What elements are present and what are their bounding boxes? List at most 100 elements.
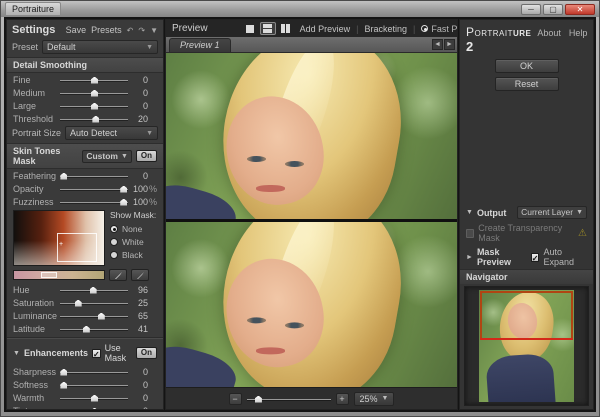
- tab-scroll-right-icon[interactable]: ►: [444, 39, 455, 50]
- sharpness-slider[interactable]: [60, 368, 128, 376]
- minimize-button[interactable]: ─: [521, 4, 541, 15]
- mask-mode-dropdown[interactable]: Custom ▼: [82, 150, 132, 163]
- threshold-slider[interactable]: [60, 115, 128, 123]
- eyedropper-add-icon[interactable]: [109, 269, 127, 281]
- detail-smoothing-header[interactable]: Detail Smoothing: [7, 57, 163, 73]
- output-title[interactable]: Output: [477, 208, 507, 218]
- slider-thumb[interactable]: [91, 408, 98, 411]
- collapse-triangle-icon[interactable]: ▼: [13, 350, 20, 357]
- saturation-slider[interactable]: [60, 299, 128, 307]
- preview-tab[interactable]: Preview 1: [169, 38, 231, 52]
- zoom-slider-thumb[interactable]: [255, 396, 262, 403]
- maximize-button[interactable]: ▢: [543, 4, 563, 15]
- slider-thumb[interactable]: [91, 395, 98, 402]
- slider-thumb[interactable]: [75, 300, 82, 307]
- zoom-in-button[interactable]: +: [336, 393, 349, 405]
- slider-thumb[interactable]: [60, 173, 67, 180]
- warmth-value: 0: [128, 393, 148, 403]
- navigator-thumbnail[interactable]: [479, 290, 574, 402]
- opacity-value: 100: [128, 184, 148, 194]
- opacity-label: Opacity: [13, 184, 60, 194]
- show-mask-option-white[interactable]: White: [110, 235, 157, 248]
- slider-thumb[interactable]: [91, 77, 98, 84]
- slider-thumb[interactable]: [120, 186, 127, 193]
- zoom-out-button[interactable]: −: [229, 393, 242, 405]
- reset-button[interactable]: Reset: [495, 77, 559, 91]
- mask-preview-title[interactable]: Mask Preview: [477, 247, 527, 267]
- redo-icon[interactable]: ↷: [138, 26, 145, 35]
- slider-thumb[interactable]: [91, 103, 98, 110]
- slider-thumb[interactable]: [60, 369, 67, 376]
- transparency-mask-checkbox[interactable]: [466, 229, 474, 238]
- skin-tone-gradient-picker[interactable]: +: [13, 210, 105, 266]
- softness-slider[interactable]: [60, 381, 128, 389]
- luminance-slider[interactable]: [60, 312, 128, 320]
- view-single-icon[interactable]: [242, 22, 258, 35]
- preset-dropdown[interactable]: Default ▼: [42, 40, 158, 54]
- chevron-down-icon: ▼: [576, 207, 583, 218]
- save-button[interactable]: Save: [66, 25, 87, 35]
- latitude-slider[interactable]: [60, 325, 128, 333]
- brand-logo: Portraiture 2: [466, 25, 531, 54]
- close-button[interactable]: ✕: [565, 4, 595, 15]
- output-target-dropdown[interactable]: Current Layer ▼: [517, 206, 587, 219]
- preset-value: Default: [47, 42, 76, 52]
- slider-thumb[interactable]: [120, 199, 127, 206]
- show-mask-option-black[interactable]: Black: [110, 248, 157, 261]
- preview-image-original[interactable]: [166, 53, 457, 219]
- mask-preview-expand-icon[interactable]: ►: [466, 254, 473, 261]
- auto-expand-checkbox[interactable]: ✓: [531, 253, 540, 262]
- fine-slider[interactable]: [60, 76, 128, 84]
- slider-thumb[interactable]: [91, 90, 98, 97]
- navigator-view-rect[interactable]: [480, 291, 573, 340]
- large-slider[interactable]: [60, 102, 128, 110]
- help-link[interactable]: Help: [569, 28, 588, 38]
- hue-range-strip[interactable]: [13, 270, 105, 280]
- enhancements-title[interactable]: Enhancements: [24, 348, 88, 358]
- view-split-vertical-icon[interactable]: [278, 22, 294, 35]
- use-mask-checkbox[interactable]: ✓: [92, 349, 101, 358]
- preset-label: Preset: [12, 42, 38, 52]
- slider-thumb[interactable]: [90, 287, 97, 294]
- feathering-slider[interactable]: [60, 172, 128, 180]
- output-collapse-icon[interactable]: ▼: [466, 209, 473, 216]
- zoom-level-dropdown[interactable]: 25% ▼: [354, 392, 395, 406]
- medium-slider[interactable]: [60, 89, 128, 97]
- tint-slider[interactable]: [60, 407, 128, 411]
- slider-thumb[interactable]: [92, 116, 99, 123]
- gradient-selection-rect[interactable]: [57, 233, 97, 263]
- slider-row: Luminance65: [7, 309, 163, 322]
- slider-thumb[interactable]: [60, 382, 67, 389]
- presets-button[interactable]: Presets: [91, 25, 122, 35]
- slider-row: Threshold20: [7, 112, 163, 125]
- separator: |: [413, 24, 415, 34]
- fuzziness-slider[interactable]: [60, 198, 128, 206]
- chevron-down-icon: ▼: [146, 130, 153, 137]
- about-link[interactable]: About: [537, 28, 561, 38]
- opacity-slider[interactable]: [60, 185, 128, 193]
- fine-value: 0: [128, 75, 148, 85]
- tab-scroll-left-icon[interactable]: ◄: [432, 39, 443, 50]
- eyedropper-subtract-icon[interactable]: [131, 269, 149, 281]
- fast-preview-radio[interactable]: Fast Preview: [421, 24, 457, 34]
- hue-slider[interactable]: [60, 286, 128, 294]
- show-mask-option-none[interactable]: None: [110, 222, 157, 235]
- slider-thumb[interactable]: [83, 326, 90, 333]
- tint-label: Tint: [13, 406, 60, 411]
- feathering-value: 0: [128, 171, 148, 181]
- add-preview-button[interactable]: Add Preview: [300, 24, 351, 34]
- bracketing-button[interactable]: Bracketing: [364, 24, 407, 34]
- ok-button[interactable]: OK: [495, 59, 559, 73]
- skin-tones-on-button[interactable]: On: [136, 150, 157, 162]
- view-split-horizontal-icon[interactable]: [260, 22, 276, 35]
- enhancements-on-button[interactable]: On: [136, 347, 157, 359]
- undo-icon[interactable]: ↶: [127, 26, 134, 35]
- preview-image-smoothed[interactable]: [166, 222, 457, 388]
- hue-range-marker[interactable]: [41, 272, 57, 278]
- portrait-size-dropdown[interactable]: Auto Detect ▼: [65, 126, 158, 140]
- slider-thumb[interactable]: [98, 313, 105, 320]
- settings-menu-icon[interactable]: ▼: [150, 26, 158, 35]
- warmth-slider[interactable]: [60, 394, 128, 402]
- skin-tones-mask-header[interactable]: Skin Tones Mask Custom ▼ On: [7, 143, 163, 169]
- zoom-slider[interactable]: [247, 394, 331, 404]
